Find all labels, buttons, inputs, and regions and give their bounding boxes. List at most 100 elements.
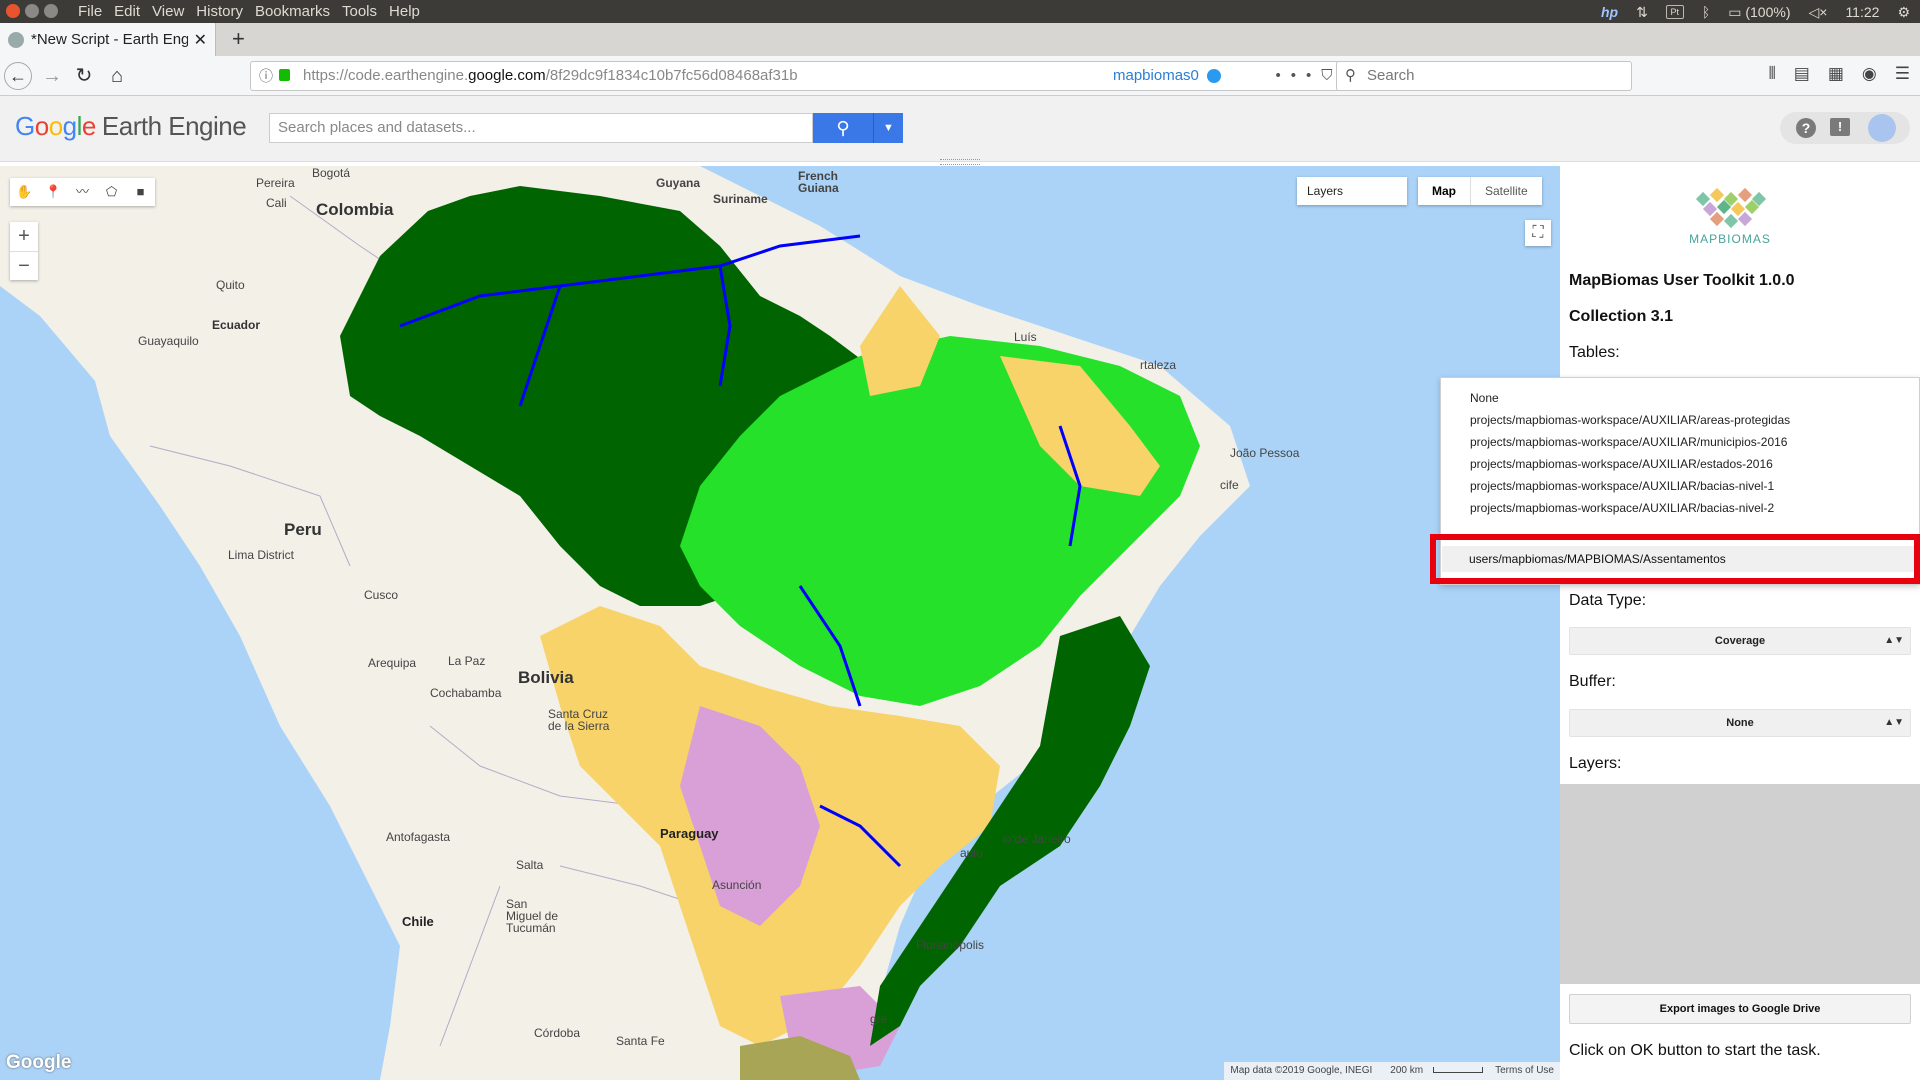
dropdown-option[interactable]: None [1470, 391, 1499, 405]
zoom-out-icon[interactable]: − [10, 251, 38, 280]
menu-view[interactable]: View [146, 2, 190, 22]
layers-label: Layers: [1569, 755, 1622, 772]
export-to-drive-button[interactable]: Export images to Google Drive [1569, 994, 1911, 1024]
map-label-city: Salta [516, 858, 544, 872]
map-label-city: Suriname [713, 192, 768, 206]
map-label-city: rtaleza [1140, 358, 1177, 372]
dropdown-option-highlighted[interactable]: users/mapbiomas/MAPBIOMAS/Assentamentos [1469, 552, 1726, 566]
fullscreen-icon[interactable]: ⛶ [1525, 220, 1551, 246]
search-button[interactable]: ⚲ [813, 113, 873, 143]
menu-tools[interactable]: Tools [336, 2, 383, 22]
dropdown-option[interactable]: projects/mapbiomas-workspace/AUXILIAR/ba… [1470, 501, 1774, 515]
battery-icon: ▭ [1728, 4, 1742, 20]
line-tool-icon[interactable]: 〰 [68, 178, 97, 206]
map-label-city: Cali [266, 196, 287, 210]
buffer-select[interactable]: None ▲▼ [1569, 709, 1911, 737]
map-label-city: Asunción [712, 878, 762, 892]
help-icon[interactable]: ? [1796, 118, 1816, 138]
library-icon[interactable]: ⫴ [1769, 64, 1776, 84]
map-label-city: French Guiana [798, 169, 839, 195]
google-watermark: Google [6, 1052, 72, 1073]
dropdown-option[interactable]: projects/mapbiomas-workspace/AUXILIAR/ba… [1470, 479, 1774, 493]
url-path: /8f29dc9f1834c10b7fc56d08468af31b [545, 67, 798, 84]
browser-tab-strip: *New Script - Earth Engi ✕ + [0, 23, 1920, 56]
reload-icon[interactable]: ↻ [70, 62, 98, 90]
map-label-country: Chile [402, 914, 434, 929]
highlighted-option-annotation[interactable]: users/mapbiomas/MAPBIOMAS/Assentamentos [1430, 534, 1920, 584]
sync-icon[interactable]: ◉ [1862, 64, 1877, 84]
close-window-icon[interactable] [6, 4, 20, 18]
dropdown-option[interactable]: projects/mapbiomas-workspace/AUXILIAR/ar… [1470, 413, 1790, 427]
extensions-icon[interactable]: ▦ [1828, 64, 1844, 84]
feedback-icon[interactable]: ! [1830, 118, 1850, 136]
browser-search-input[interactable]: ⚲ Search [1336, 61, 1632, 91]
container-account-label[interactable]: mapbiomas0 [1113, 62, 1199, 90]
battery-indicator[interactable]: ▭ (100%) [1728, 2, 1790, 22]
zoom-in-icon[interactable]: + [10, 222, 38, 251]
forward-icon[interactable]: → [38, 62, 66, 90]
map-type-satellite-button[interactable]: Satellite [1471, 177, 1542, 205]
os-top-bar: File Edit View History Bookmarks Tools H… [0, 0, 1920, 23]
browser-tab[interactable]: *New Script - Earth Engi ✕ [0, 23, 216, 56]
maximize-window-icon[interactable] [44, 4, 58, 18]
google-earth-engine-logo[interactable]: Google Earth Engine [15, 111, 247, 142]
hand-pan-icon[interactable]: ✋ [10, 178, 39, 206]
scale-label: 200 km [1390, 1065, 1424, 1076]
select-arrows-icon: ▲▼ [1884, 635, 1904, 646]
places-search-input[interactable]: Search places and datasets... [269, 113, 813, 143]
select-arrows-icon: ▲▼ [1884, 717, 1904, 728]
battery-level: (100%) [1745, 4, 1791, 20]
layers-list[interactable] [1560, 784, 1920, 984]
map-label-city: San Miguel de Tucumán [506, 897, 559, 935]
back-icon[interactable]: ← [4, 62, 32, 90]
address-bar[interactable]: ⓘ https://code.earthengine.google.com/8f… [250, 61, 1375, 91]
avatar[interactable] [1868, 114, 1896, 142]
map-label-city: Cusco [364, 588, 399, 602]
home-icon[interactable]: ⌂ [103, 62, 131, 90]
hamburger-menu-icon[interactable]: ☰ [1895, 64, 1910, 84]
menu-bookmarks[interactable]: Bookmarks [249, 2, 336, 22]
new-tab-icon[interactable]: + [232, 26, 245, 52]
menu-history[interactable]: History [190, 2, 249, 22]
map-data-attribution[interactable]: Map data ©2019 Google, INEGI [1224, 1062, 1378, 1080]
browser-nav-bar: ← → ↻ ⌂ ⓘ https://code.earthengine.googl… [0, 56, 1920, 96]
terms-of-use-link[interactable]: Terms of Use [1489, 1062, 1560, 1080]
map-label-city: Córdoba [534, 1026, 581, 1040]
dropdown-option[interactable]: projects/mapbiomas-workspace/AUXILIAR/es… [1470, 457, 1773, 471]
keyboard-language[interactable]: Pt [1665, 5, 1684, 19]
map-label-city: aulo [960, 846, 983, 860]
close-tab-icon[interactable]: ✕ [194, 30, 207, 50]
map-type-map-button[interactable]: Map [1418, 177, 1471, 205]
network-icon[interactable]: ⇅ [1636, 2, 1648, 22]
logo-letter: o [34, 111, 49, 141]
point-marker-icon[interactable]: 📍 [39, 178, 68, 206]
account-container-icon [1207, 69, 1221, 83]
data-type-select[interactable]: Coverage ▲▼ [1569, 627, 1911, 655]
panel-splitter-handle[interactable] [940, 159, 980, 165]
map-label-country: Colombia [316, 200, 394, 219]
minimize-window-icon[interactable] [25, 4, 39, 18]
sidebar-icon[interactable]: ▤ [1794, 64, 1810, 84]
layers-button[interactable]: Layers [1297, 177, 1407, 205]
url-text: https://code.earthengine.google.com/8f29… [303, 62, 798, 90]
menu-edit[interactable]: Edit [108, 2, 146, 22]
buffer-label: Buffer: [1569, 673, 1616, 690]
hp-icon[interactable]: hp [1601, 2, 1618, 22]
polygon-tool-icon[interactable]: ⬠ [97, 178, 126, 206]
settings-gear-icon[interactable]: ⚙ [1897, 2, 1910, 22]
site-info-icon[interactable]: ⓘ [259, 62, 273, 90]
menu-help[interactable]: Help [383, 2, 426, 22]
logo-mosaic [1695, 187, 1767, 229]
volume-icon[interactable]: ◁× [1808, 2, 1827, 22]
toolbar-right: ⫴ ▤ ▦ ◉ ☰ [1769, 64, 1910, 84]
bluetooth-icon[interactable]: ᛒ [1702, 2, 1710, 22]
map-canvas[interactable]: Colombia Peru Bolivia Paraguay Chile Bog… [0, 166, 1560, 1080]
tab-title: *New Script - Earth Engi [31, 31, 188, 48]
clock[interactable]: 11:22 [1845, 2, 1879, 22]
map-label-city: La Paz [448, 654, 486, 668]
url-prefix: https://code.earthengine. [303, 67, 469, 84]
dropdown-option[interactable]: projects/mapbiomas-workspace/AUXILIAR/mu… [1470, 435, 1787, 449]
menu-file[interactable]: File [72, 2, 108, 22]
search-options-dropdown[interactable]: ▼ [873, 113, 903, 143]
rectangle-tool-icon[interactable]: ■ [126, 178, 155, 206]
